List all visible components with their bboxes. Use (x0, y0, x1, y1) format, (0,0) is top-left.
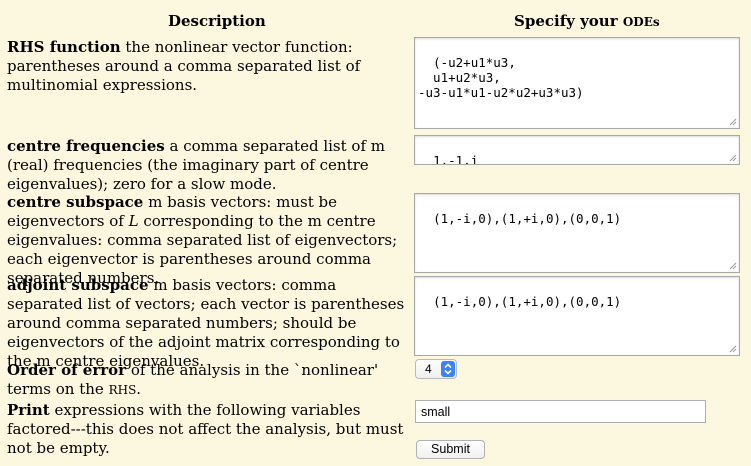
centre-subspace-description: centre subspace m basis vectors: must be… (7, 193, 407, 288)
adjoint-subspace-description: adjoint subspace m basis vectors: comma … (7, 276, 407, 371)
select-arrows-icon (441, 361, 455, 377)
centre-frequencies-value: 1,-1,i (433, 153, 479, 165)
rhs-value: (-u2+u1*u3, u1+u2*u3, -u3-u1*u1-u2*u2+u3… (418, 55, 584, 100)
resize-grip-icon[interactable] (728, 153, 737, 162)
order-error-description: Order of error of the analysis in the `n… (7, 361, 407, 400)
print-variables-input[interactable]: small (415, 400, 706, 423)
submit-button[interactable]: Submit (416, 440, 485, 459)
resize-grip-icon[interactable] (728, 344, 737, 353)
rhs-label: RHS function (7, 38, 121, 56)
centre-frequencies-textarea[interactable]: 1,-1,i (414, 135, 740, 165)
centre-subspace-value: (1,-i,0),(1,+i,0),(0,0,1) (433, 211, 622, 226)
description-header: Description (168, 12, 266, 30)
matrix-l-symbol: L (128, 212, 139, 230)
order-select[interactable]: 4 (415, 359, 457, 379)
rhs-textarea[interactable]: (-u2+u1*u3, u1+u2*u3, -u3-u1*u1-u2*u2+u3… (414, 37, 740, 129)
rhs-description: RHS function the nonlinear vector functi… (7, 38, 407, 95)
order-error-rhs: RHS (108, 383, 137, 397)
resize-grip-icon[interactable] (728, 261, 737, 270)
print-text: expressions with the following variables… (7, 401, 404, 457)
specify-header-text: Specify your (514, 12, 623, 30)
resize-grip-icon[interactable] (728, 117, 737, 126)
adjoint-subspace-textarea[interactable]: (1,-i,0),(1,+i,0),(0,0,1) (414, 276, 740, 356)
order-select-value: 4 (425, 362, 432, 376)
specify-header: Specify your ODEs (514, 12, 660, 30)
print-description: Print expressions with the following var… (7, 401, 407, 458)
centre-subspace-textarea[interactable]: (1,-i,0),(1,+i,0),(0,0,1) (414, 193, 740, 273)
centre-frequencies-label: centre frequencies (7, 137, 165, 155)
order-error-end: . (136, 380, 142, 398)
centre-subspace-label: centre subspace (7, 193, 144, 211)
order-error-label: Order of error (7, 361, 127, 379)
adjoint-subspace-label: adjoint subspace (7, 276, 149, 294)
centre-frequencies-description: centre frequencies a comma separated lis… (7, 137, 407, 194)
adjoint-subspace-value: (1,-i,0),(1,+i,0),(0,0,1) (433, 294, 622, 309)
print-label: Print (7, 401, 50, 419)
specify-header-odes: ODEs (622, 15, 660, 29)
